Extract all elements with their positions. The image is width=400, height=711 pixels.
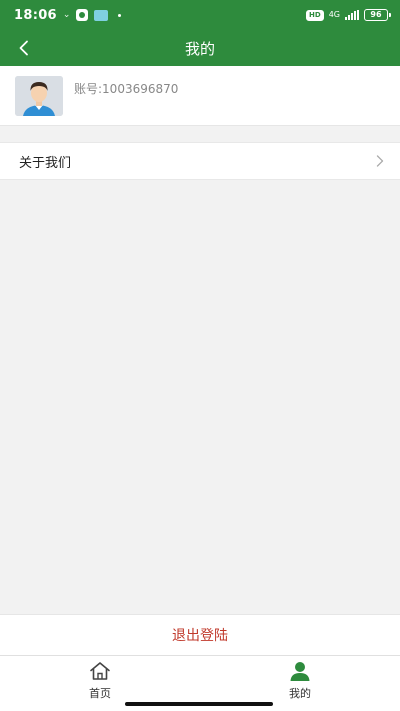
notification-app-icon (76, 9, 89, 21)
menu-item-label: 关于我们 (19, 155, 72, 171)
notification-app-icon-2 (94, 9, 109, 21)
status-bar: 18:06 ⌄ HD 4G 96 (0, 0, 400, 30)
notification-dot-icon (118, 13, 122, 17)
nav-label-mine: 我的 (289, 687, 311, 700)
network-type: 4G (328, 10, 340, 19)
back-button[interactable] (8, 30, 40, 66)
battery-icon: 96 (364, 9, 391, 21)
account-number: 账号:1003696870 (74, 82, 179, 96)
signal-icon (345, 10, 359, 20)
hd-icon: HD (306, 9, 324, 21)
nav-label-home: 首页 (89, 687, 111, 700)
home-icon (88, 660, 112, 682)
menu-item-about-us[interactable]: 关于我们 (0, 142, 400, 180)
avatar (15, 75, 63, 116)
status-right: HD 4G 96 (306, 9, 391, 21)
user-icon (288, 660, 312, 682)
page-title: 我的 (184, 39, 215, 58)
logout-button[interactable]: 退出登陆 (0, 614, 400, 655)
profile-card: 账号:1003696870 (0, 66, 400, 126)
home-indicator (125, 702, 273, 706)
user-avatar-icon (15, 75, 63, 116)
app-header: 我的 (0, 30, 400, 66)
chevron-right-icon (376, 155, 384, 167)
status-left: 18:06 ⌄ (14, 7, 122, 23)
chevron-down-icon: ⌄ (62, 10, 71, 20)
status-time: 18:06 (14, 7, 57, 23)
chevron-left-icon (19, 40, 28, 56)
